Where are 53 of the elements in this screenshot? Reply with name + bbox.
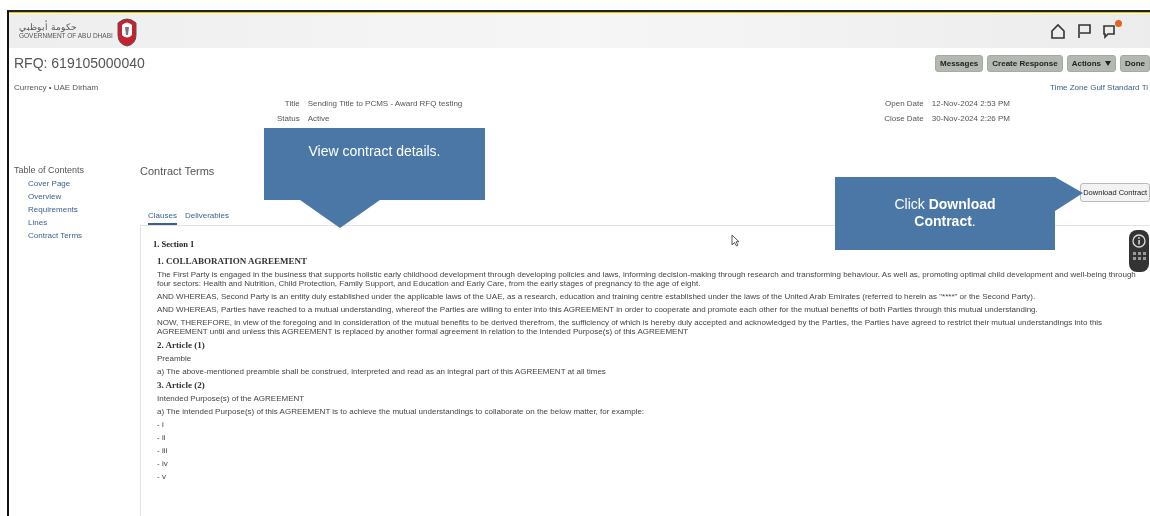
clause-paragraph: The First Party is engaged in the business that supports holistic early childhood development through developing policies and laws, informing decision-making through research and transforming behaviour. As well as, promoting optimal child development and well-being through four sectors: Health and Nutrition, Child Protection, Family Support, and Education and Early Care, from the early stages of pregnancy to the age of eight. [157, 270, 1137, 288]
mouse-pointer-icon [731, 234, 740, 247]
toolbar-button[interactable]: Messages [935, 54, 984, 72]
field-value: 30-Nov-2024 2:26 PM [931, 114, 1010, 123]
callout-pointer [1055, 177, 1083, 211]
list-item: - iii [157, 446, 168, 455]
clause-heading: 3. Article (2) [157, 380, 205, 390]
toc-link[interactable]: Overview [28, 192, 140, 202]
list-item: - iv [157, 459, 168, 468]
caret-icon [1105, 60, 1111, 66]
field-label: Title [283, 99, 300, 108]
help-widget[interactable] [1129, 230, 1149, 272]
list-item: - ii [157, 433, 166, 442]
field-label: Close Date [884, 114, 924, 123]
clause-heading: 2. Article (1) [157, 340, 205, 350]
section-heading: Contract Terms [140, 165, 215, 177]
actions-menu-button[interactable]: Actions [1066, 54, 1116, 72]
tab[interactable]: Clauses [148, 209, 177, 225]
field-label: Status [277, 114, 300, 123]
toolbar-button[interactable]: Done [1120, 54, 1150, 72]
clause-paragraph: AND WHEREAS, Second Party is an entity duly established under the applicable laws of the UAE, as a research, education and training centre established under the laws of the United Arab Emirates (referred to herein as "****" or the Second Party). [157, 292, 1037, 301]
list-item: - v [157, 472, 166, 481]
callout: Click Download Contract. [835, 177, 1055, 250]
clause-paragraph: a) The above-mentioned preamble shall be construed, interpreted and read as an integral part of this AGREEMENT at all times [157, 367, 607, 376]
clause-heading: 1. COLLABORATION AGREEMENT [157, 256, 308, 266]
notifications-icon[interactable] [1102, 23, 1120, 39]
toc-link[interactable]: Cover Page [28, 179, 140, 189]
toc-link[interactable]: Requirements [28, 205, 140, 215]
toc-link[interactable]: Lines [28, 218, 140, 228]
section-title: 1. Section 1 [153, 239, 195, 249]
field-label: Open Date [884, 99, 924, 108]
currency-text: Currency • UAE Dirham [14, 83, 99, 94]
clause-paragraph: a) The intended Purpose(s) of this AGREEMENT is to achieve the mutual understandings to collaborate on the below matter, for example: [157, 407, 646, 416]
clause-paragraph: AND WHEREAS, Parties have reached to a mutual understanding, whereof the Parties are willing to enter into this AGREEMENT in order to cooperate and promote each other for the mutual benefits of both Parties through this mutual understanding. [157, 305, 1039, 314]
logo-arabic-text: حكومة أبوظبي [19, 22, 77, 32]
clause-paragraph: Intended Purpose(s) of the AGREEMENT [157, 394, 306, 403]
field-value: 12-Nov-2024 2:53 PM [931, 99, 1010, 108]
tab[interactable]: Deliverables [184, 209, 229, 225]
toc-link[interactable]: Contract Terms [28, 231, 140, 241]
emblem-icon [115, 15, 138, 47]
field-value: Active [307, 114, 331, 123]
home-icon[interactable] [1050, 23, 1066, 39]
info-icon[interactable] [1132, 234, 1146, 248]
list-item: - i [157, 420, 164, 429]
flag-icon[interactable] [1076, 23, 1092, 39]
field-value: Sending Title to PCMS - Award RFQ testing [307, 99, 463, 108]
clause-paragraph: Preamble [157, 354, 193, 363]
time-zone-link[interactable]: Time Zone Gulf Standard Ti [1050, 83, 1148, 97]
toolbar-button[interactable]: Create Response [987, 54, 1063, 72]
keypad-icon[interactable] [1132, 252, 1146, 260]
page-title: RFQ: 619105000040 [14, 55, 145, 71]
toc-title: Table of Contents [14, 165, 86, 175]
clause-paragraph: NOW, THEREFORE, in view of the foregoing and in consideration of the mutual benefits to be derived therefrom, the sufficiency of which is hereby duly accepted and acknowledged by the Parties, the Parties have agreed to restrict their mutual understandings into this AGREEMENT until and unless this AGREEMENT is replaced by another formal agreement in relation to the Intended Purpose(s) of this AGREEMENT [157, 318, 1104, 336]
